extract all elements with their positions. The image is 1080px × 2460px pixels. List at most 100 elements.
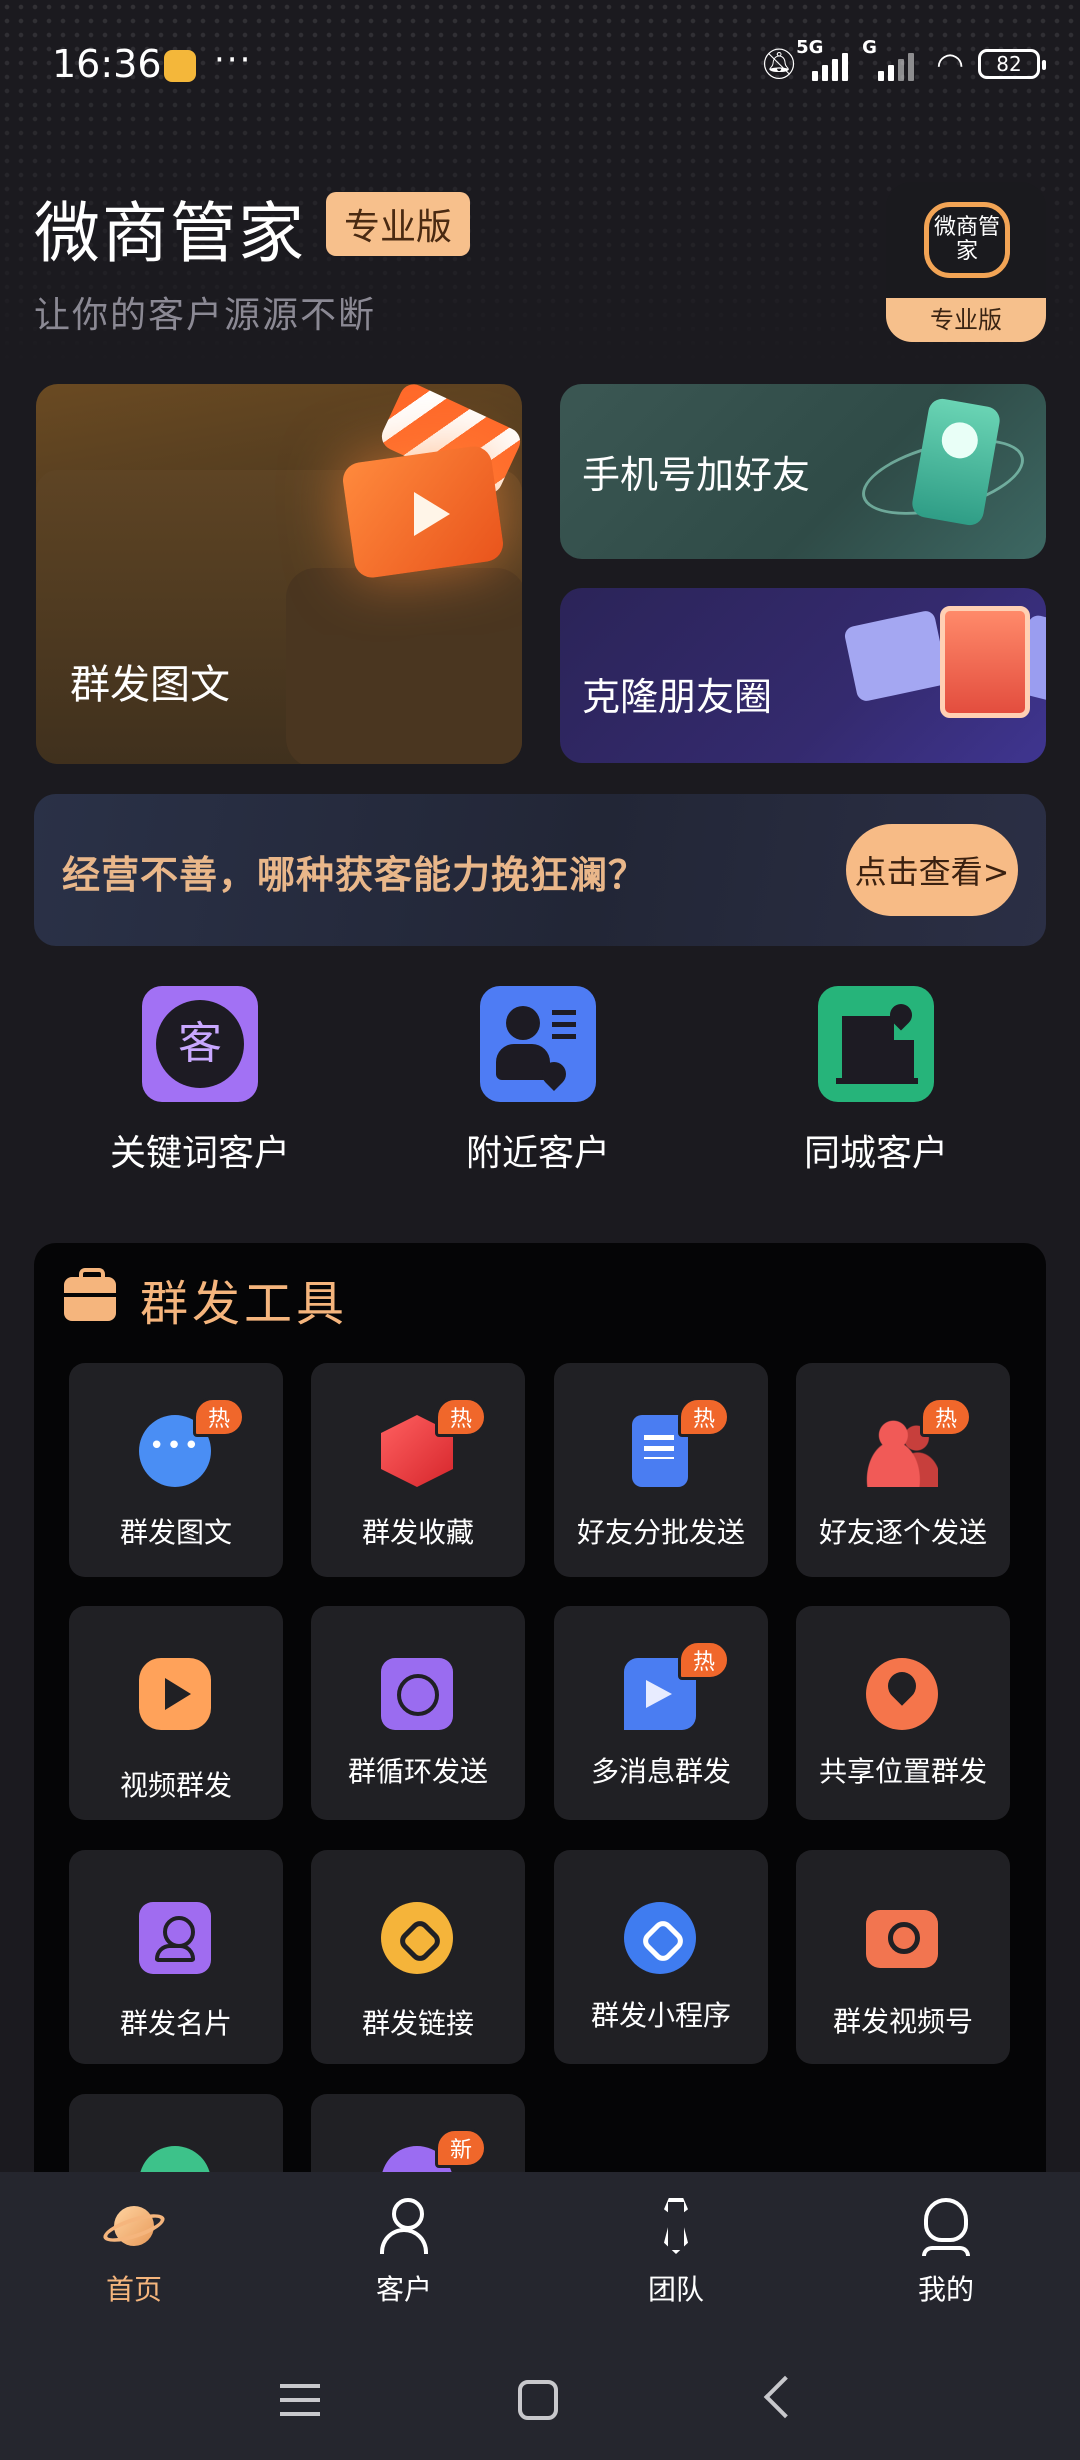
clone-moments-label: 克隆朋友圈 — [582, 675, 773, 719]
nav-customers[interactable]: 客户 — [334, 2194, 474, 2308]
tool-send-link[interactable]: 群发链接 — [311, 1850, 525, 2064]
hot-badge: 热 — [678, 1397, 730, 1437]
tools-panel-title: 群发工具 — [140, 1276, 349, 1332]
tool-batch-send-friends[interactable]: 热 好友分批发送 — [554, 1363, 768, 1577]
tool-label: 视频群发 — [119, 1769, 232, 1802]
nav-home-label: 首页 — [105, 2273, 162, 2306]
logo-bubble: 微商管家 — [924, 202, 1010, 278]
battery-icon: 82 — [978, 49, 1046, 79]
tool-share-location-send[interactable]: 共享位置群发 — [796, 1606, 1010, 1820]
network-type-label: 5G — [796, 37, 824, 58]
smartphone-icon — [910, 396, 1002, 528]
play-icon — [139, 1658, 211, 1730]
photo-card-icon — [843, 609, 949, 703]
app-logo[interactable]: 微商管家 专业版 — [886, 182, 1046, 342]
tool-label: 好友逐个发送 — [818, 1516, 987, 1549]
nav-team-label: 团队 — [647, 2273, 704, 2306]
edition-badge: 专业版 — [326, 192, 471, 256]
tool-label: 群发视频号 — [832, 2005, 973, 2038]
location-icon — [866, 1658, 938, 1730]
tools-panel-header: 群发工具 — [64, 1268, 348, 1332]
profile-face-icon — [914, 2194, 978, 2258]
tie-icon — [644, 2194, 708, 2258]
more-notifications-icon: ··· — [214, 40, 253, 80]
status-bar: 16:36 ··· 🔕︎ 5G G ◠ 82 — [0, 0, 1080, 130]
recent-apps-menu-icon[interactable] — [280, 2384, 320, 2416]
link-icon — [381, 1902, 453, 1974]
wifi-icon: ◠ — [936, 45, 964, 83]
tool-label: 多消息群发 — [590, 1755, 731, 1788]
tool-send-mini-program[interactable]: 群发小程序 — [554, 1850, 768, 2064]
tool-send-friends-one-by-one[interactable]: 热 好友逐个发送 — [796, 1363, 1010, 1577]
mute-bell-icon: 🔕︎ — [759, 46, 799, 82]
tool-send-video-channel[interactable]: 群发视频号 — [796, 1850, 1010, 2064]
tool-group-send-graphic[interactable]: 热 群发图文 — [69, 1363, 283, 1577]
keyword-customers-entry[interactable]: 客 关键词客户 — [90, 986, 310, 1176]
home-square-icon[interactable] — [518, 2380, 558, 2420]
tool-label: 群发收藏 — [361, 1516, 474, 1549]
camera-icon — [866, 1910, 938, 1968]
same-city-customers-entry[interactable]: 同城客户 — [766, 986, 986, 1176]
group-send-tools-panel: 群发工具 热 群发图文 热 群发收藏 热 好友分批发送 热 好友逐个发送 视频群… — [34, 1243, 1046, 2243]
card-folder-tab — [286, 568, 522, 764]
nav-customers-label: 客户 — [375, 2273, 432, 2306]
loop-send-icon — [381, 1658, 453, 1730]
nearby-customers-label: 附近客户 — [465, 1133, 610, 1174]
promo-banner[interactable]: 经营不善，哪种获客能力挽狂澜？ 点击查看> — [34, 794, 1046, 946]
phone-add-friend-card[interactable]: 手机号加好友 — [560, 384, 1046, 559]
tool-multi-message-send[interactable]: 热 多消息群发 — [554, 1606, 768, 1820]
hot-badge: 热 — [435, 1397, 487, 1437]
mini-program-icon — [624, 1902, 696, 1974]
play-triangle-icon — [414, 492, 450, 536]
tool-label: 群发链接 — [361, 2007, 474, 2040]
keyword-icon-glyph: 客 — [156, 1000, 244, 1088]
group-send-card[interactable]: 群发图文 — [36, 384, 522, 764]
tool-send-contact-card[interactable]: 群发名片 — [69, 1850, 283, 2064]
tool-label: 群循环发送 — [347, 1755, 488, 1788]
logo-edition-strip: 专业版 — [886, 298, 1046, 342]
briefcase-icon — [64, 1268, 116, 1321]
tool-video-group-send[interactable]: 视频群发 — [69, 1606, 283, 1820]
same-city-customer-icon — [818, 986, 934, 1102]
tool-label: 群发名片 — [119, 2007, 232, 2040]
nearby-customers-entry[interactable]: 附近客户 — [428, 986, 648, 1176]
view-now-button[interactable]: 点击查看> — [846, 824, 1018, 916]
profile-photo-icon — [940, 606, 1030, 718]
new-badge: 新 — [435, 2128, 487, 2168]
nav-home[interactable]: 首页 — [64, 2194, 204, 2308]
nearby-customer-icon — [480, 986, 596, 1102]
person-icon — [372, 2194, 436, 2258]
promo-banner-text: 经营不善，哪种获客能力挽狂澜？ — [62, 853, 648, 897]
signal-5g-icon: 5G — [796, 37, 849, 81]
app-title: 微商管家 — [34, 195, 306, 272]
tool-label: 群发图文 — [119, 1516, 232, 1549]
network-type-label-2: G — [862, 37, 877, 58]
keyword-customer-icon: 客 — [142, 986, 258, 1102]
tool-label: 群发小程序 — [590, 1999, 731, 2032]
tool-group-loop-send[interactable]: 群循环发送 — [311, 1606, 525, 1820]
group-send-card-label: 群发图文 — [70, 662, 230, 708]
planet-home-icon — [100, 2194, 168, 2258]
nav-me-label: 我的 — [917, 2273, 974, 2306]
tool-group-send-favorites[interactable]: 热 群发收藏 — [311, 1363, 525, 1577]
contact-card-icon — [139, 1902, 211, 1974]
nav-me[interactable]: 我的 — [876, 2194, 1016, 2308]
hot-badge: 热 — [920, 1397, 972, 1437]
phone-add-friend-label: 手机号加好友 — [582, 453, 811, 497]
nav-team[interactable]: 团队 — [606, 2194, 746, 2308]
tool-label: 好友分批发送 — [576, 1516, 745, 1549]
system-navigation-bar — [0, 2344, 1080, 2460]
notification-app-icon — [164, 50, 196, 82]
app-subtitle: 让你的客户源源不断 — [34, 295, 377, 336]
status-indicators: 🔕︎ 5G G ◠ 82 — [759, 37, 1046, 84]
hot-badge: 热 — [193, 1397, 245, 1437]
keyword-customers-label: 关键词客户 — [109, 1133, 290, 1174]
status-time: 16:36 — [52, 42, 162, 86]
hot-badge: 热 — [678, 1640, 730, 1680]
battery-level: 82 — [996, 52, 1022, 76]
back-chevron-icon[interactable] — [763, 2375, 807, 2419]
same-city-customers-label: 同城客户 — [803, 1133, 948, 1174]
signal-g-icon: G — [862, 37, 915, 81]
bottom-navigation: 首页 客户 团队 我的 — [0, 2172, 1080, 2344]
clone-moments-card[interactable]: 克隆朋友圈 — [560, 588, 1046, 763]
